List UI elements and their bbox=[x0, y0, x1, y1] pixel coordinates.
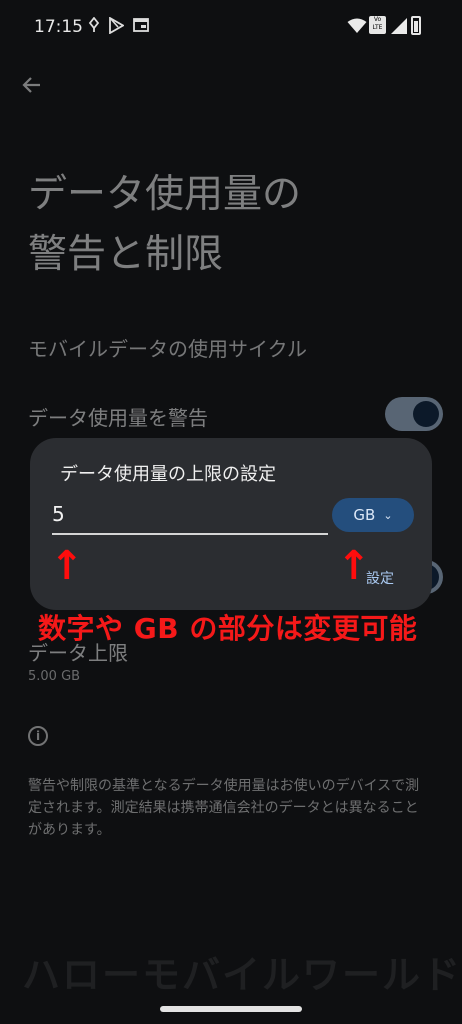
annotation-text: 数字や GB の部分は変更可能 bbox=[38, 612, 418, 645]
page-title-line1: データ使用量の bbox=[28, 172, 302, 217]
annotation-arrow-left: ↑ bbox=[50, 543, 84, 589]
wifi-icon bbox=[347, 18, 367, 38]
volte-icon: Vo LTE bbox=[369, 16, 386, 34]
chevron-down-icon: ⌄ bbox=[383, 509, 393, 522]
data-warning-toggle[interactable] bbox=[385, 397, 443, 431]
arrow-left-icon bbox=[22, 77, 40, 93]
data-limit-value: 5.00 GB bbox=[28, 669, 81, 684]
unit-dropdown[interactable]: GB ⌄ bbox=[332, 498, 414, 532]
calendar-icon bbox=[133, 17, 149, 37]
status-bar: 17:15 Vo LTE bbox=[0, 0, 462, 56]
info-icon: i bbox=[28, 726, 48, 746]
watermark: ハローモバイルワールド bbox=[22, 953, 462, 997]
back-button[interactable] bbox=[20, 73, 44, 97]
unit-dropdown-label: GB bbox=[353, 506, 376, 524]
toggle-knob bbox=[413, 401, 439, 427]
page-title: データ使用量の 警告と制限 bbox=[28, 165, 301, 285]
annotation-arrow-right: ↑ bbox=[337, 543, 371, 589]
data-warning-label: データ使用量を警告 bbox=[28, 406, 208, 430]
dialog-title: データ使用量の上限の設定 bbox=[60, 464, 276, 485]
info-note: 警告や制限の基準となるデータ使用量はお使いのデバイスで測定されます。測定結果は携… bbox=[28, 778, 420, 838]
battery-icon bbox=[411, 16, 421, 35]
input-underline bbox=[52, 533, 328, 535]
play-store-icon bbox=[108, 16, 125, 38]
usage-cycle-item[interactable]: モバイルデータの使用サイクル bbox=[28, 333, 307, 362]
limit-amount-input[interactable]: 5 bbox=[52, 502, 328, 526]
signal-icon bbox=[391, 18, 407, 38]
data-limit-dialog: データ使用量の上限の設定 5 GB ⌄ 設定 ↑ ↑ bbox=[30, 438, 432, 610]
notification-icon bbox=[87, 16, 101, 37]
status-time: 17:15 bbox=[34, 17, 83, 37]
page-title-line2: 警告と制限 bbox=[28, 232, 224, 277]
navigation-handle[interactable] bbox=[160, 1006, 302, 1012]
